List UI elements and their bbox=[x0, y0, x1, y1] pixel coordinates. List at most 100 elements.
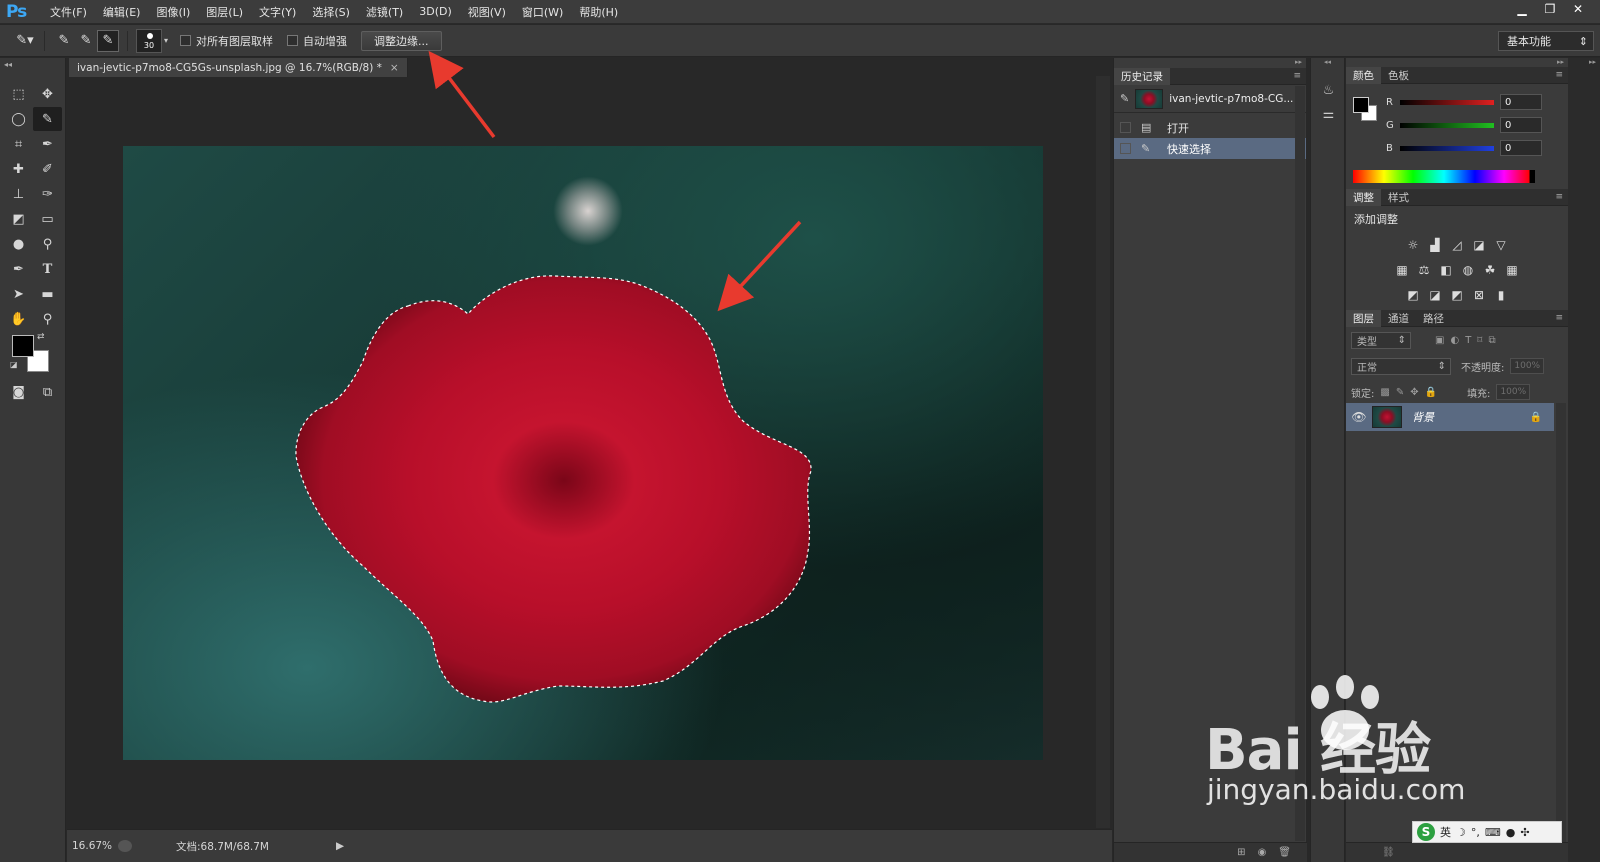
blend-mode-select[interactable]: 正常 ⇕ bbox=[1351, 357, 1451, 375]
threshold-icon[interactable]: ◩ bbox=[1449, 286, 1466, 303]
lock-all-icon[interactable]: 🔒 bbox=[1425, 387, 1437, 398]
rectangle-tool-icon[interactable]: ▬ bbox=[33, 282, 62, 306]
tab-layers[interactable]: 图层 bbox=[1346, 309, 1381, 327]
sample-all-layers-checkbox[interactable] bbox=[180, 35, 192, 46]
filter-smart-object-icon[interactable]: ⧉ bbox=[1488, 335, 1495, 346]
ime-language[interactable]: 英 bbox=[1440, 824, 1451, 840]
foreground-color-swatch[interactable] bbox=[1353, 97, 1369, 113]
quick-select-preset-icon[interactable]: ✎▾ bbox=[14, 30, 36, 52]
green-value-input[interactable]: 0 bbox=[1500, 117, 1542, 133]
blur-tool-icon[interactable]: ● bbox=[4, 232, 33, 256]
refine-edge-button[interactable]: 调整边缘... bbox=[361, 30, 442, 51]
close-icon[interactable]: × bbox=[390, 62, 399, 74]
tab-history[interactable]: 历史记录 bbox=[1114, 67, 1170, 85]
history-brush-tool-icon[interactable]: ✑ bbox=[33, 182, 62, 206]
restore-button[interactable]: ❐ bbox=[1536, 0, 1564, 18]
dodge-tool-icon[interactable]: ⚲ bbox=[33, 232, 62, 256]
add-selection-brush-icon[interactable]: ✎ bbox=[75, 30, 97, 52]
menu-layer[interactable]: 图层(L) bbox=[198, 4, 251, 20]
posterize-icon[interactable]: ◪ bbox=[1427, 286, 1444, 303]
invert-icon[interactable]: ◩ bbox=[1405, 286, 1422, 303]
green-slider[interactable] bbox=[1400, 122, 1494, 128]
hue-saturation-icon[interactable]: ▦ bbox=[1394, 261, 1411, 278]
filter-pixel-icon[interactable]: ▣ bbox=[1435, 335, 1444, 346]
sogou-icon[interactable]: S bbox=[1417, 823, 1435, 841]
info-icon[interactable] bbox=[118, 840, 132, 852]
color-lookup-icon[interactable]: ▦ bbox=[1504, 261, 1521, 278]
link-layers-icon[interactable]: ⛓ bbox=[1382, 847, 1395, 858]
opacity-input[interactable]: 100% bbox=[1510, 358, 1545, 374]
workspace-select[interactable]: 基本功能 ⇕ bbox=[1498, 31, 1594, 51]
panel-menu-icon[interactable]: ≡ bbox=[1555, 313, 1568, 323]
blue-value-input[interactable]: 0 bbox=[1500, 140, 1542, 156]
clone-stamp-tool-icon[interactable]: ⊥ bbox=[4, 182, 33, 206]
fill-input[interactable]: 100% bbox=[1496, 384, 1531, 400]
close-button[interactable]: ✕ bbox=[1564, 0, 1592, 18]
menu-edit[interactable]: 编辑(E) bbox=[95, 4, 149, 20]
photo-filter-icon[interactable]: ◍ bbox=[1460, 261, 1477, 278]
tab-styles[interactable]: 样式 bbox=[1381, 189, 1416, 206]
tab-swatches[interactable]: 色板 bbox=[1381, 67, 1416, 84]
user-icon[interactable]: ● bbox=[1506, 826, 1516, 839]
document-tab[interactable]: ivan-jevtic-p7mo8-CG5Gs-unsplash.jpg @ 1… bbox=[69, 58, 408, 77]
history-scrollbar[interactable] bbox=[1295, 86, 1305, 841]
lock-transparent-icon[interactable]: ▩ bbox=[1380, 387, 1389, 398]
panel-menu-icon[interactable]: ≡ bbox=[1555, 70, 1568, 80]
filter-type-icon[interactable]: T bbox=[1465, 335, 1471, 346]
brush-tool-icon[interactable]: ✐ bbox=[33, 157, 62, 181]
layer-filter-select[interactable]: 类型 ⇕ bbox=[1351, 331, 1411, 349]
history-item-quick-select[interactable]: ✎ 快速选择 bbox=[1114, 138, 1306, 159]
panel-menu-icon[interactable]: ≡ bbox=[1555, 192, 1568, 202]
menu-window[interactable]: 窗口(W) bbox=[514, 4, 571, 20]
history-snapshot[interactable]: ✎ ivan-jevtic-p7mo8-CG... bbox=[1114, 85, 1306, 113]
blue-slider[interactable] bbox=[1400, 145, 1494, 151]
collapse-icon[interactable]: ▸▸ bbox=[1114, 58, 1306, 68]
menu-help[interactable]: 帮助(H) bbox=[571, 4, 626, 20]
subtract-selection-brush-icon[interactable]: ✎ bbox=[97, 29, 119, 52]
image-canvas[interactable] bbox=[123, 146, 1043, 760]
grid-icon[interactable]: ✣ bbox=[1520, 826, 1529, 839]
eye-icon[interactable]: 👁 bbox=[1346, 410, 1372, 424]
keyboard-icon[interactable]: ⌨ bbox=[1485, 826, 1501, 839]
filter-shape-icon[interactable]: ⌑ bbox=[1477, 335, 1482, 346]
type-tool-icon[interactable]: T bbox=[33, 257, 62, 281]
menu-image[interactable]: 图像(I) bbox=[148, 4, 198, 20]
lock-pixels-icon[interactable]: ✎ bbox=[1396, 387, 1404, 398]
menu-filter[interactable]: 滤镜(T) bbox=[358, 4, 411, 20]
properties-dock-icon[interactable]: ⚌ bbox=[1311, 102, 1346, 126]
trash-icon[interactable]: 🗑 bbox=[1278, 847, 1291, 858]
eyedropper-tool-icon[interactable]: ✒ bbox=[33, 132, 62, 156]
curves-icon[interactable]: ◿ bbox=[1449, 236, 1466, 253]
menu-select[interactable]: 选择(S) bbox=[304, 4, 358, 20]
move-tool-icon[interactable]: ✥ bbox=[33, 82, 62, 106]
collapse-icon[interactable]: ◂◂ bbox=[0, 58, 65, 71]
collapse-icon[interactable]: ◂◂ bbox=[1311, 58, 1344, 68]
swap-colors-icon[interactable]: ⇄ bbox=[37, 332, 45, 342]
camera-icon[interactable]: ◉ bbox=[1258, 847, 1267, 858]
menu-file[interactable]: 文件(F) bbox=[42, 4, 95, 20]
tab-adjustments[interactable]: 调整 bbox=[1346, 188, 1381, 206]
history-brush-source-icon[interactable]: ✎ bbox=[1120, 92, 1129, 105]
history-source-checkbox[interactable] bbox=[1120, 143, 1131, 154]
color-spectrum-bar[interactable] bbox=[1353, 170, 1535, 183]
screen-mode-icon[interactable]: ⧉ bbox=[33, 380, 62, 404]
foreground-color-swatch[interactable] bbox=[12, 335, 34, 357]
marquee-tool-icon[interactable]: ⬚ bbox=[4, 82, 33, 106]
gradient-tool-icon[interactable]: ▭ bbox=[33, 207, 62, 231]
menu-type[interactable]: 文字(Y) bbox=[251, 4, 304, 20]
default-colors-icon[interactable]: ◪ bbox=[10, 360, 18, 369]
punctuation-icon[interactable]: °, bbox=[1471, 826, 1480, 839]
moon-icon[interactable]: ☽ bbox=[1456, 826, 1466, 839]
quick-select-tool-icon[interactable]: ✎ bbox=[33, 107, 62, 131]
new-selection-brush-icon[interactable]: ✎ bbox=[53, 30, 75, 52]
chevron-down-icon[interactable]: ▾ bbox=[164, 36, 168, 45]
channel-mixer-icon[interactable]: ☘ bbox=[1482, 261, 1499, 278]
tab-channels[interactable]: 通道 bbox=[1381, 310, 1416, 327]
brush-size-picker[interactable]: 30 bbox=[136, 28, 162, 53]
healing-brush-tool-icon[interactable]: ✚ bbox=[4, 157, 33, 181]
pen-tool-icon[interactable]: ✒ bbox=[4, 257, 33, 281]
history-dock-icon[interactable]: ♨ bbox=[1311, 78, 1346, 102]
auto-enhance-checkbox[interactable] bbox=[287, 35, 299, 46]
levels-icon[interactable]: ▟ bbox=[1427, 236, 1444, 253]
gradient-map-icon[interactable]: ▮ bbox=[1493, 286, 1510, 303]
